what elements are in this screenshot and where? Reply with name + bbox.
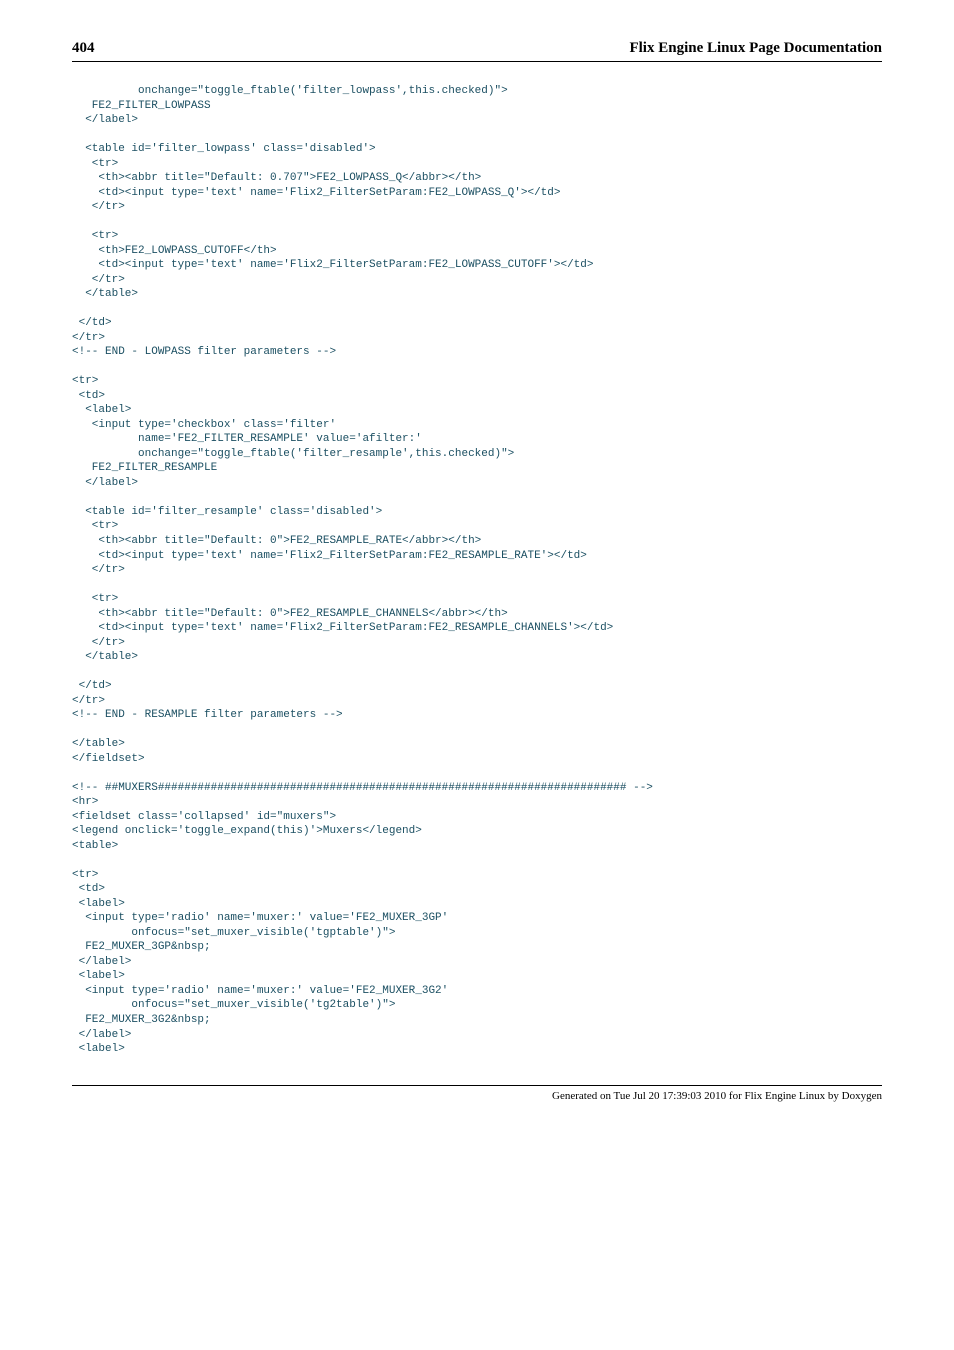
page-number: 404 (72, 40, 95, 57)
code-block: onchange="toggle_ftable('filter_lowpass'… (72, 84, 882, 1057)
page: 404 Flix Engine Linux Page Documentation… (0, 0, 954, 1350)
page-title: Flix Engine Linux Page Documentation (629, 40, 882, 57)
header-rule (72, 61, 882, 62)
footer-rule (72, 1085, 882, 1086)
page-header: 404 Flix Engine Linux Page Documentation (72, 40, 882, 57)
footer-text: Generated on Tue Jul 20 17:39:03 2010 fo… (72, 1090, 882, 1102)
